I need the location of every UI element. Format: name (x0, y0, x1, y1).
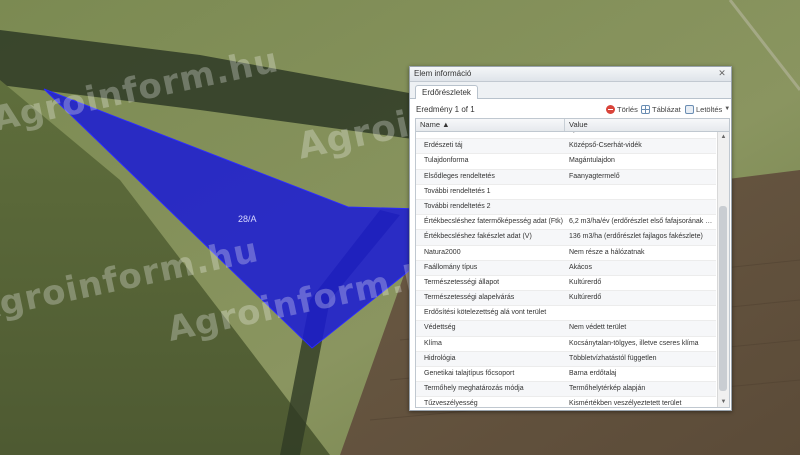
row-name-cell: Klíma (424, 339, 442, 347)
table-row[interactable]: Faállomány típus Akácos (416, 260, 716, 276)
table-label: Táblázat (652, 104, 681, 114)
delete-label: Törlés (617, 104, 638, 114)
table-row[interactable]: Természetességi állapot Kultúrerdő (416, 275, 716, 292)
row-name-cell: Elsődleges rendeltetés (424, 172, 495, 180)
table-row[interactable]: Védettség Nem védett terület (416, 321, 716, 337)
row-name-cell: Értékbecsléshez fakészlet adat (V) (424, 233, 532, 241)
row-name-cell: Erdősítési kötelezettség alá vont terüle… (424, 309, 547, 317)
row-name-cell: Natura2000 (424, 248, 461, 256)
row-value-cell: Akácos (569, 263, 592, 271)
row-value-cell: Középső-Cserhát-vidék (569, 142, 642, 150)
row-name-cell: Értékbecsléshez fatermőképesség adat (Ft… (424, 218, 563, 226)
tab-erdoreszletek[interactable]: Erdőrészletek (415, 85, 478, 99)
row-name-cell: Terület (416, 132, 565, 138)
scrollbar[interactable]: ▲ ▼ (717, 132, 729, 407)
scrollbar-thumb[interactable] (719, 206, 727, 391)
scroll-up-icon[interactable]: ▲ (718, 132, 729, 142)
table-button[interactable]: Táblázat (641, 103, 681, 115)
row-value-cell: Többletvízhatástól független (569, 354, 657, 362)
row-name-cell: Genetikai talajtípus főcsoport (424, 370, 515, 377)
chevron-down-icon: ▼ (724, 106, 731, 112)
row-value-cell: Kultúrerdő (569, 294, 602, 302)
row-value-cell: Barna erdőtalaj (569, 370, 617, 377)
table-row[interactable]: Erdősítési kötelezettség alá vont terüle… (416, 306, 716, 322)
table-row[interactable]: Tulajdonforma Magántulajdon (416, 154, 716, 170)
table-row[interactable]: Természetességi alapelvárás Kultúrerdő (416, 291, 716, 307)
tab-bar: Erdőrészletek (410, 82, 731, 99)
row-name-cell: Tűzveszélyesség (424, 400, 478, 407)
row-name-cell: Faállomány típus (424, 263, 478, 271)
scroll-down-icon[interactable]: ▼ (718, 397, 729, 407)
delete-icon (606, 104, 615, 114)
table-row[interactable]: Terület1,07 ha (416, 132, 716, 140)
column-header-name[interactable]: Name ▲ (416, 119, 565, 131)
info-window: Elem információ ✕ Erdőrészletek Eredmény… (409, 66, 732, 411)
row-name-cell: Tulajdonforma (424, 157, 469, 165)
row-name-cell: Természetességi alapelvárás (424, 294, 515, 302)
table-row[interactable]: Elsődleges rendeltetés Faanyagtermelő (416, 169, 716, 185)
download-button[interactable]: Letöltés ▼ (685, 103, 730, 115)
table-row[interactable]: Értékbecsléshez fatermőképesség adat (Ft… (416, 215, 716, 231)
table-row[interactable]: Natura2000 Nem része a hálózatnak (416, 245, 716, 261)
table-row[interactable]: Genetikai talajtípus főcsoport Barna erdő… (416, 367, 716, 383)
table-row[interactable]: Hidrológia Többletvízhatástól független (416, 351, 716, 367)
download-icon (685, 104, 694, 114)
row-value-cell: Kismértékben veszélyeztetett terület (569, 400, 682, 407)
row-name-cell: Hidrológia (424, 354, 456, 362)
row-name-cell: Természetességi állapot (424, 278, 500, 286)
row-value-cell: 6,2 m3/ha/év (erdőrészlet első fafajsorá… (569, 218, 716, 226)
table-header: Name ▲ Value (416, 119, 729, 132)
column-header-value[interactable]: Value (565, 119, 718, 131)
row-value-cell (565, 200, 716, 214)
table-row[interactable]: Termőhely meghatározás módja Termőhelytér… (416, 382, 716, 398)
table-row[interactable]: További rendeltetés 1 (416, 184, 716, 200)
result-count: Eredmény 1 of 1 (416, 105, 475, 114)
row-name-cell: Erdészeti táj (424, 142, 463, 150)
row-value-cell: Magántulajdon (569, 157, 615, 165)
table-row[interactable]: Tűzveszélyesség Kismértékben veszélyeztet… (416, 397, 716, 407)
parcel-label: 28/A (238, 214, 257, 224)
table-rows: Terület1,07 ha Erdészeti táj Középső-Cserh… (416, 132, 716, 407)
row-value-cell: Kultúrerdő (569, 278, 602, 286)
row-name-cell: Termőhely meghatározás módja (424, 385, 524, 393)
table-icon (641, 104, 650, 114)
delete-button[interactable]: Törlés (606, 103, 638, 115)
toolbar: Eredmény 1 of 1 Törlés Táblázat Letöltés… (410, 99, 731, 118)
row-value-cell: Faanyagtermelő (569, 172, 620, 180)
row-value-cell: 136 m3/ha (erdőrészlet fajlagos fakészle… (569, 233, 703, 241)
table-row[interactable]: Erdészeti táj Középső-Cserhát-vidék (416, 139, 716, 155)
table-row[interactable]: További rendeltetés 2 (416, 199, 716, 216)
row-name-cell: További rendeltetés 2 (424, 202, 491, 210)
table-body[interactable]: Terület1,07 ha Erdészeti táj Középső-Cserh… (416, 132, 716, 407)
window-title: Elem információ (414, 69, 472, 78)
row-value-cell: Kocsánytalan-tölgyes, illetve cseres klí… (569, 339, 699, 347)
table-row[interactable]: Klíma Kocsánytalan-tölgyes, illetve csere… (416, 336, 716, 352)
window-titlebar[interactable]: Elem információ ✕ (410, 67, 731, 82)
row-value-cell (565, 306, 716, 320)
row-value-cell: Nem része a hálózatnak (569, 248, 645, 256)
row-value-cell: 1,07 ha (565, 132, 716, 138)
row-name-cell: Védettség (424, 324, 456, 332)
row-value-cell (565, 185, 716, 199)
row-name-cell: További rendeltetés 1 (424, 187, 491, 195)
attribute-table: Name ▲ Value Terület1,07 haErdészeti táj… (415, 118, 730, 408)
close-icon[interactable]: ✕ (717, 68, 727, 78)
download-label: Letöltés (696, 104, 723, 114)
table-row[interactable]: Értékbecsléshez fakészlet adat (V) 136 m3… (416, 230, 716, 246)
row-value-cell: Nem védett terület (569, 324, 627, 332)
row-value-cell: Termőhelytérkép alapján (569, 385, 646, 393)
